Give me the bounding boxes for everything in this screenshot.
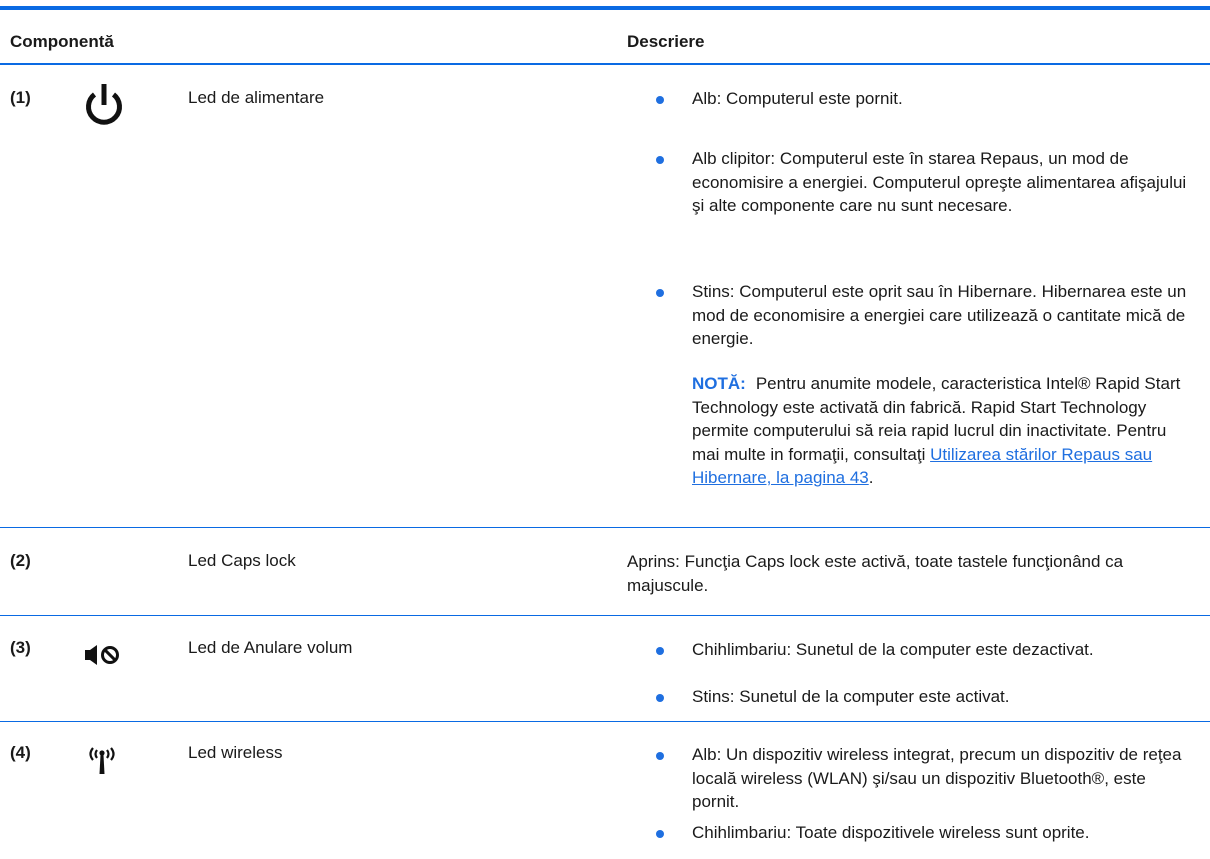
row-name: Led Caps lock: [188, 551, 296, 570]
description-bullet: Alb: Computerul este pornit.: [692, 89, 903, 108]
description-bullet: Alb clipitor: Computerul este în starea …: [692, 149, 1187, 215]
note-label: NOTĂ:: [692, 374, 746, 393]
row-number: (3): [10, 638, 31, 657]
bullet-dot: [656, 694, 664, 702]
bullet-dot: [656, 96, 664, 104]
bullet-dot: [656, 830, 664, 838]
wireless-icon: [82, 742, 122, 781]
power-icon: [80, 82, 128, 135]
description-bullet: Chihlimbariu: Toate dispozitivele wirele…: [692, 823, 1090, 842]
row-number: (4): [10, 743, 31, 762]
note-suffix: .: [868, 468, 874, 487]
header-rule: [0, 63, 1210, 65]
row-divider: [0, 527, 1210, 528]
row-number: (2): [10, 551, 31, 570]
row-number: (1): [10, 88, 31, 107]
table-top-rule: [0, 6, 1210, 10]
header-component: Componentă: [10, 32, 114, 51]
row-name: Led de alimentare: [188, 88, 325, 107]
note: NOTĂ: Pentru anumite modele, caracteristi…: [692, 372, 1197, 490]
row-divider: [0, 721, 1210, 722]
description-bullet: Stins: Sunetul de la computer este activ…: [692, 687, 1010, 706]
bullet-dot: [656, 289, 664, 297]
bullet-dot: [656, 752, 664, 760]
mute-icon: [83, 643, 123, 672]
description-bullet: Stins: Computerul este oprit sau în Hibe…: [692, 282, 1187, 348]
row-name: Led wireless: [188, 743, 283, 762]
bullet-dot: [656, 156, 664, 164]
bullet-dot: [656, 647, 664, 655]
row-description: Aprins: Funcţia Caps lock este activă, t…: [627, 552, 1124, 595]
description-bullet: Chihlimbariu: Sunetul de la computer est…: [692, 640, 1094, 659]
row-divider: [0, 615, 1210, 616]
row-name: Led de Anulare volum: [188, 638, 353, 657]
description-bullet: Alb: Un dispozitiv wireless integrat, pr…: [692, 745, 1182, 811]
header-description: Descriere: [627, 32, 705, 51]
